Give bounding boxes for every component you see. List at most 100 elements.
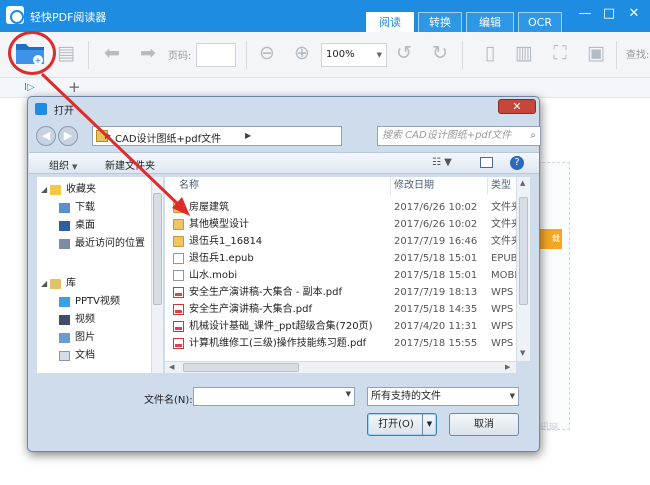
pdf-icon — [173, 287, 184, 298]
search-icon[interactable]: ⌕ — [530, 127, 536, 145]
scroll-thumb[interactable] — [153, 193, 162, 305]
scroll-up-icon[interactable]: ▲ — [520, 179, 525, 187]
collapse-icon[interactable]: ◢ — [41, 275, 47, 292]
highlight-circle — [8, 31, 56, 75]
file-name: 机械设计基础_课件_ppt超级合集(720页)... — [189, 321, 373, 332]
file-icon — [173, 270, 184, 281]
scroll-down-icon[interactable]: ▼ — [520, 349, 525, 357]
nav-item-label: 图片 — [75, 332, 95, 343]
file-row[interactable]: 退伍兵1.epub 2017/5/18 15:01 EPUB — [165, 250, 516, 267]
column-header-date[interactable]: 修改日期 — [394, 177, 488, 195]
forward-icon[interactable]: ➡ — [136, 42, 160, 66]
nav-item-video[interactable]: 视频 — [37, 311, 151, 328]
help-icon[interactable]: ? — [510, 156, 524, 170]
nav-item-documents[interactable]: 文档 — [37, 347, 151, 364]
column-header-name[interactable]: 名称 — [179, 177, 391, 195]
print-icon[interactable]: ▤ — [54, 42, 78, 66]
nav-item-label: PPTV视频 — [75, 296, 121, 307]
file-list-scrollbar[interactable]: ▲ ▼ — [516, 177, 530, 361]
toolbar-divider — [246, 41, 247, 69]
single-page-icon[interactable]: ▯ — [478, 42, 502, 66]
download-icon — [59, 203, 70, 213]
scroll-left-icon[interactable]: ◀ — [169, 363, 174, 371]
nav-item-recent[interactable]: 最近访问的位置 — [37, 235, 151, 252]
file-row[interactable]: 安全生产演讲稿-大集合 - 副本.pdf 2017/7/19 18:13 WPS P — [165, 284, 516, 301]
filename-input[interactable] — [193, 387, 355, 406]
zoom-out-icon[interactable]: ⊖ — [255, 42, 279, 66]
command-bar: 组织 ▼ 新建文件夹 ☷ ▼ ? — [29, 152, 539, 174]
breadcrumb-arrow-icon[interactable]: ▶ — [245, 131, 251, 140]
view-options-icon[interactable]: ☷ ▼ — [432, 157, 452, 168]
nav-item-label: 收藏夹 — [66, 184, 96, 195]
nav-scrollbar[interactable] — [151, 177, 163, 373]
scroll-thumb[interactable] — [519, 197, 528, 305]
scroll-right-icon[interactable]: ▶ — [505, 363, 510, 371]
horizontal-scrollbar[interactable]: ◀ ▶ — [165, 361, 516, 373]
close-window-button[interactable]: ✕ — [627, 7, 641, 22]
back-icon[interactable]: ⬅ — [100, 42, 124, 66]
nav-item-pptv[interactable]: PPTV视频 — [37, 293, 151, 310]
sidebar-toggle-icon[interactable]: I▷ — [24, 82, 35, 93]
rotate-right-icon[interactable]: ↻ — [428, 42, 452, 66]
nav-item-label: 库 — [66, 278, 76, 289]
nav-back-button[interactable]: ◀ — [36, 126, 56, 146]
add-tab-button[interactable]: + — [68, 78, 81, 96]
chevron-down-icon[interactable]: ▼ — [422, 414, 436, 435]
tab-ocr[interactable]: OCR — [518, 12, 562, 32]
dialog-close-button[interactable]: ✕ — [498, 99, 536, 114]
new-folder-button[interactable]: 新建文件夹 — [105, 157, 155, 172]
organize-menu[interactable]: 组织 ▼ — [49, 157, 77, 172]
nav-item-label: 文档 — [75, 350, 95, 361]
file-row[interactable]: 其他模型设计 2017/6/26 10:02 文件夹 — [165, 216, 516, 233]
file-row[interactable]: 计算机维修工(三级)操作技能练习题.pdf 2017/5/18 15:55 WPS … — [165, 335, 516, 352]
page-input[interactable] — [196, 43, 236, 67]
file-type: MOBI — [491, 270, 516, 281]
breadcrumb-arrow-icon[interactable]: ▶ — [105, 131, 111, 140]
cancel-button[interactable]: 取消 — [449, 413, 519, 436]
file-row[interactable]: 安全生产演讲稿-大集合.pdf 2017/5/18 14:35 WPS P — [165, 301, 516, 318]
open-button[interactable]: 打开(O) ▼ — [367, 413, 437, 436]
double-page-icon[interactable]: ▥ — [512, 42, 536, 66]
nav-item-desktop[interactable]: 桌面 — [37, 217, 151, 234]
app-title: 轻快PDF阅读器 — [30, 11, 107, 24]
file-type: WPS P — [491, 321, 516, 332]
nav-forward-button[interactable]: ▶ — [58, 126, 78, 146]
tab-edit[interactable]: 编辑 — [466, 12, 514, 32]
minimize-button[interactable]: — — [578, 7, 592, 22]
scroll-thumb[interactable] — [183, 363, 299, 372]
organize-label: 组织 — [49, 161, 69, 172]
file-name: 山水.mobi — [189, 270, 238, 281]
address-bar[interactable]: ▶ CAD设计图纸+pdf文件 ▶ ▼ ⟳ — [92, 126, 402, 146]
column-header-type[interactable]: 类型 — [491, 177, 516, 195]
folder-icon — [173, 236, 184, 247]
nav-item-favorites[interactable]: ◢ 收藏夹 — [37, 181, 151, 198]
maximize-button[interactable]: □ — [602, 7, 616, 22]
fullscreen-icon[interactable]: ⛶ — [548, 42, 572, 66]
folder-icon — [173, 219, 184, 230]
tab-convert[interactable]: 转换 — [418, 12, 462, 32]
toolbar-divider — [88, 41, 89, 69]
chevron-down-icon: ▼ — [72, 163, 78, 171]
file-row[interactable]: 退伍兵1_16814 2017/7/19 16:46 文件夹 — [165, 233, 516, 250]
zoom-in-icon[interactable]: ⊕ — [290, 42, 314, 66]
app-logo-icon — [6, 6, 24, 24]
search-input[interactable]: 搜索 CAD设计图纸+pdf文件 ⌕ — [377, 126, 541, 146]
filetype-select[interactable]: 所有支持的文件 — [367, 387, 519, 406]
pdf-icon — [173, 304, 184, 315]
file-date: 2017/5/18 15:01 — [394, 253, 478, 264]
nav-item-library[interactable]: ◢ 库 — [37, 275, 151, 292]
nav-item-pictures[interactable]: 图片 — [37, 329, 151, 346]
collapse-icon[interactable]: ◢ — [41, 181, 47, 198]
breadcrumb-segment[interactable]: CAD设计图纸+pdf文件 — [115, 130, 221, 145]
nav-item-downloads[interactable]: 下载 — [37, 199, 151, 216]
file-row[interactable]: 房屋建筑 2017/6/26 10:02 文件夹 — [165, 199, 516, 216]
zoom-select[interactable]: 100% — [321, 43, 387, 67]
file-row[interactable]: 机械设计基础_课件_ppt超级合集(720页)... 2017/4/20 11:3… — [165, 318, 516, 335]
image-icon[interactable]: ▣ — [584, 42, 608, 66]
preview-pane-icon[interactable] — [480, 157, 493, 168]
rotate-left-icon[interactable]: ↺ — [392, 42, 416, 66]
folder-icon — [173, 202, 184, 213]
file-row[interactable]: 山水.mobi 2017/5/18 15:01 MOBI — [165, 267, 516, 284]
file-name: 安全生产演讲稿-大集合 - 副本.pdf — [189, 287, 342, 298]
tab-read[interactable]: 阅读 — [366, 12, 414, 32]
